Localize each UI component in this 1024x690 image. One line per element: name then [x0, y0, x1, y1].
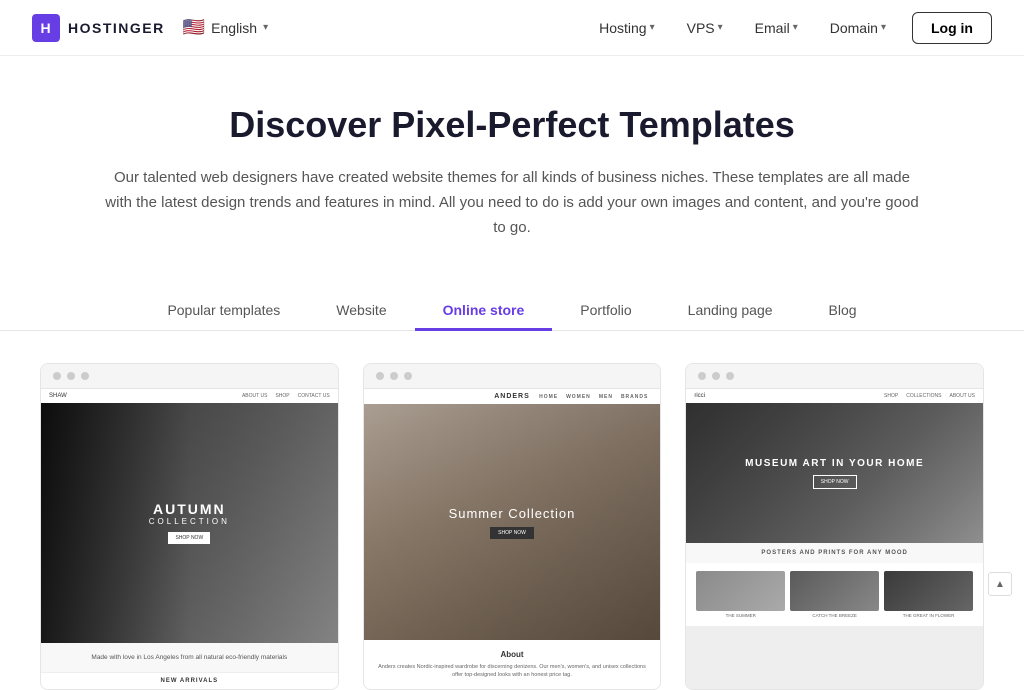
- shaw-hero-line1: AUTUMN: [149, 501, 230, 517]
- template-card-shaw[interactable]: SHAW ABOUT USSHOPCONTACT US AUTUMN COLLE…: [40, 363, 339, 690]
- login-button[interactable]: Log in: [912, 12, 992, 44]
- nav-vps-label: VPS: [687, 20, 715, 36]
- shaw-footer: NEW ARRIVALS: [41, 672, 338, 689]
- tabs-container: Popular templates Website Online store P…: [0, 264, 1024, 331]
- shaw-cta: SHOP NOW: [168, 532, 210, 544]
- nav-vps[interactable]: VPS ▾: [673, 12, 737, 44]
- scroll-up-button[interactable]: ▲: [988, 572, 1012, 596]
- nav-domain-label: Domain: [830, 20, 878, 36]
- shaw-hero-text: AUTUMN COLLECTION SHOP NOW: [149, 501, 230, 544]
- ricci-thumb-img-1: [696, 571, 785, 611]
- ricci-thumbs: THE SUMMER CATCH THE BREEZE THE GREAT IN…: [686, 563, 983, 626]
- nav-email-label: Email: [755, 20, 790, 36]
- template-preview-anders: ANDERS HOMEWOMENMENBRANDS Summer Collect…: [364, 389, 661, 689]
- nav-hosting-label: Hosting: [599, 20, 646, 36]
- email-chevron-icon: ▾: [793, 22, 798, 33]
- logo[interactable]: H HOSTINGER: [32, 14, 165, 42]
- nav-hosting[interactable]: Hosting ▾: [585, 12, 669, 44]
- template-card-anders[interactable]: ANDERS HOMEWOMENMENBRANDS Summer Collect…: [363, 363, 662, 690]
- templates-grid: SHAW ABOUT USSHOPCONTACT US AUTUMN COLLE…: [0, 331, 1024, 690]
- tab-online-store[interactable]: Online store: [415, 292, 553, 331]
- hero-section: Discover Pixel-Perfect Templates Our tal…: [0, 56, 1024, 264]
- anders-hero-main: Summer Collection: [449, 506, 576, 521]
- anders-hero-text: Summer Collection SHOP NOW: [449, 506, 576, 539]
- template-preview-ricci: ricci SHOPCOLLECTIONSABOUT US MUSEUM ART…: [686, 389, 983, 689]
- ricci-logo: ricci: [694, 393, 705, 399]
- browser-bar-2: [364, 364, 661, 389]
- browser-dot-yellow-3: [712, 372, 720, 380]
- navbar: H HOSTINGER 🇺🇸 English ▾ Hosting ▾ VPS ▾…: [0, 0, 1024, 56]
- ricci-thumb-1: THE SUMMER: [696, 571, 785, 618]
- flag-icon: 🇺🇸: [183, 17, 205, 38]
- ricci-cta: SHOP NOW: [813, 475, 857, 489]
- shaw-hero-line2: COLLECTION: [149, 517, 230, 526]
- shaw-body-text: Made with love in Los Angeles from all n…: [53, 653, 326, 663]
- anders-about-body: Anders creates Nordic-inspired wardrobe …: [378, 663, 647, 680]
- ricci-thumb-img-3: [884, 571, 973, 611]
- logo-icon: H: [32, 14, 60, 42]
- tab-portfolio[interactable]: Portfolio: [552, 292, 659, 331]
- ricci-hero-main: MUSEUM ART IN YOUR HOME: [745, 458, 924, 469]
- ricci-thumb-label-2: CATCH THE BREEZE: [790, 613, 879, 618]
- lang-chevron-icon: ▾: [263, 22, 268, 33]
- ricci-thumb-2: CATCH THE BREEZE: [790, 571, 879, 618]
- shaw-top-bar: SHAW ABOUT USSHOPCONTACT US: [41, 389, 338, 403]
- tab-popular-templates[interactable]: Popular templates: [139, 292, 308, 331]
- nav-domain[interactable]: Domain ▾: [816, 12, 900, 44]
- browser-dot-green: [81, 372, 89, 380]
- anders-about: About Anders creates Nordic-inspired war…: [364, 640, 661, 690]
- browser-dot-red: [53, 372, 61, 380]
- browser-dot-yellow-2: [390, 372, 398, 380]
- browser-bar-3: [686, 364, 983, 389]
- browser-bar-1: [41, 364, 338, 389]
- tab-blog[interactable]: Blog: [801, 292, 885, 331]
- template-card-ricci[interactable]: ricci SHOPCOLLECTIONSABOUT US MUSEUM ART…: [685, 363, 984, 690]
- hosting-chevron-icon: ▾: [650, 22, 655, 33]
- template-preview-shaw: SHAW ABOUT USSHOPCONTACT US AUTUMN COLLE…: [41, 389, 338, 689]
- language-selector[interactable]: 🇺🇸 English ▾: [183, 17, 268, 38]
- ricci-thumb-img-2: [790, 571, 879, 611]
- ricci-thumb-3: THE GREAT IN FLOWER: [884, 571, 973, 618]
- anders-top-bar: ANDERS HOMEWOMENMENBRANDS: [364, 389, 661, 404]
- browser-dot-red-2: [376, 372, 384, 380]
- nav-email[interactable]: Email ▾: [741, 12, 812, 44]
- ricci-hero: MUSEUM ART IN YOUR HOME SHOP NOW: [686, 403, 983, 543]
- ricci-top-bar: ricci SHOPCOLLECTIONSABOUT US: [686, 389, 983, 403]
- browser-dot-red-3: [698, 372, 706, 380]
- anders-about-title: About: [378, 650, 647, 659]
- ricci-caption: POSTERS AND PRINTS FOR ANY MOOD: [686, 543, 983, 563]
- browser-dot-green-3: [726, 372, 734, 380]
- shaw-hero: AUTUMN COLLECTION SHOP NOW: [41, 403, 338, 642]
- anders-hero: Summer Collection SHOP NOW: [364, 404, 661, 640]
- vps-chevron-icon: ▾: [718, 22, 723, 33]
- navbar-left: H HOSTINGER 🇺🇸 English ▾: [32, 14, 268, 42]
- browser-dot-yellow: [67, 372, 75, 380]
- domain-chevron-icon: ▾: [881, 22, 886, 33]
- shaw-logo: SHAW: [49, 393, 67, 399]
- anders-logo: ANDERS: [494, 393, 530, 400]
- logo-text: HOSTINGER: [68, 20, 165, 36]
- navbar-right: Hosting ▾ VPS ▾ Email ▾ Domain ▾ Log in: [585, 12, 992, 44]
- anders-cta: SHOP NOW: [490, 527, 534, 539]
- ricci-thumb-label-3: THE GREAT IN FLOWER: [884, 613, 973, 618]
- tab-landing-page[interactable]: Landing page: [660, 292, 801, 331]
- hero-description: Our talented web designers have created …: [102, 166, 922, 240]
- shaw-body: Made with love in Los Angeles from all n…: [41, 643, 338, 673]
- hero-title: Discover Pixel-Perfect Templates: [80, 104, 944, 146]
- ricci-hero-text: MUSEUM ART IN YOUR HOME SHOP NOW: [745, 458, 924, 489]
- tab-website[interactable]: Website: [308, 292, 414, 331]
- browser-dot-green-2: [404, 372, 412, 380]
- shaw-nav: ABOUT USSHOPCONTACT US: [242, 393, 330, 399]
- language-label: English: [211, 20, 257, 36]
- ricci-thumb-label-1: THE SUMMER: [696, 613, 785, 618]
